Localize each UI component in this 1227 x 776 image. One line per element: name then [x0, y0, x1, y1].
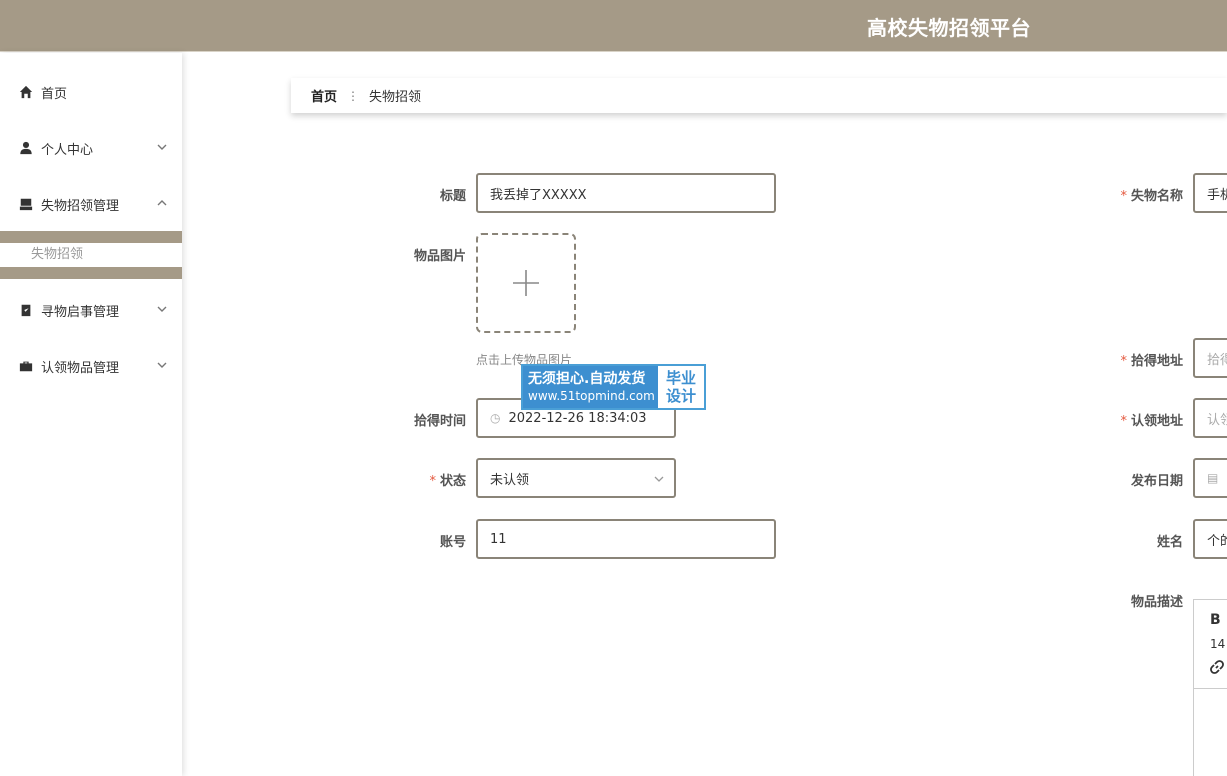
chevron-down-icon — [157, 303, 167, 313]
status-select[interactable]: 未认领 — [476, 458, 676, 498]
submenu-highlight-top — [0, 231, 182, 243]
sidebar: 首页 个人中心 失物招领管理 失物招领 寻物启事管理 认领物品管理 — [0, 53, 182, 776]
top-header: 高校失物招领平台 — [0, 0, 1227, 52]
user-icon — [18, 140, 34, 156]
sidebar-item-label: 寻物启事管理 — [41, 304, 120, 320]
sidebar-item-label: 个人中心 — [41, 142, 94, 158]
chevron-up-icon — [157, 197, 167, 207]
description-editor[interactable]: B 14 — [1193, 599, 1227, 776]
name-label: 姓名 — [1156, 535, 1183, 550]
watermark-badge-line2: 设计 — [665, 387, 696, 405]
sidebar-item-label: 失物招领管理 — [41, 198, 120, 214]
font-size-select[interactable]: 14 — [1210, 637, 1225, 651]
watermark-badge-line1: 毕业 — [665, 369, 696, 387]
publish-date-picker[interactable]: ▤ 2 — [1193, 458, 1227, 498]
clock-icon: ◷ — [490, 411, 501, 425]
clipboard-check-icon — [18, 302, 34, 318]
status-label: * 状态 — [429, 474, 466, 489]
app-title: 高校失物招领平台 — [867, 16, 1031, 40]
sidebar-item-lost-found-management[interactable]: 失物招领管理 — [0, 176, 182, 232]
claim-address-label: * 认领地址 — [1120, 414, 1183, 429]
found-address-input[interactable]: 拾得 — [1193, 338, 1227, 378]
sidebar-item-label: 首页 — [41, 86, 68, 102]
breadcrumb-current: 失物招领 — [369, 90, 422, 105]
sidebar-item-home[interactable]: 首页 — [0, 64, 182, 120]
claim-address-input[interactable]: 认领 — [1193, 398, 1227, 438]
briefcase-icon — [18, 358, 34, 374]
account-input[interactable]: 11 — [476, 519, 776, 559]
sidebar-item-claim-management[interactable]: 认领物品管理 — [0, 338, 182, 394]
item-name-input[interactable]: 手机 — [1193, 173, 1227, 213]
bold-button[interactable]: B — [1210, 612, 1221, 628]
breadcrumb: 首页 ⋮ 失物招领 — [291, 78, 1227, 113]
sidebar-item-personal-center[interactable]: 个人中心 — [0, 120, 182, 176]
name-input[interactable]: 个的 — [1193, 519, 1227, 559]
submenu-highlight-bottom — [0, 267, 182, 279]
account-label: 账号 — [439, 535, 466, 550]
sidebar-item-label: 认领物品管理 — [41, 360, 120, 376]
editor-toolbar-divider — [1194, 688, 1227, 689]
image-upload-button[interactable] — [476, 233, 576, 333]
title-input[interactable]: 我丢掉了XXXXX — [476, 173, 776, 213]
plus-icon — [513, 270, 539, 296]
chevron-down-icon — [157, 141, 167, 151]
image-label: 物品图片 — [413, 249, 466, 264]
watermark-line2: www.51topmind.com — [528, 389, 655, 403]
chevron-down-icon — [654, 473, 664, 483]
watermark-line1: 无须担心.自动发货 — [528, 371, 646, 387]
found-address-label: * 拾得地址 — [1120, 354, 1183, 369]
title-label: 标题 — [439, 189, 466, 204]
calendar-icon: ▤ — [1207, 471, 1219, 485]
description-label: 物品描述 — [1130, 595, 1183, 610]
sidebar-subitem-lost-found[interactable]: 失物招领 — [0, 243, 182, 267]
breadcrumb-home[interactable]: 首页 — [311, 86, 337, 105]
publish-date-label: 发布日期 — [1130, 474, 1183, 489]
chevron-down-icon — [157, 359, 167, 369]
watermark-banner: 无须担心.自动发货 www.51topmind.com 毕业 设计 — [521, 364, 706, 410]
breadcrumb-separator: ⋮ — [347, 88, 360, 103]
box-icon — [18, 196, 34, 212]
link-icon[interactable] — [1210, 660, 1224, 674]
found-time-label: 拾得时间 — [413, 414, 466, 429]
sidebar-item-lost-notice-management[interactable]: 寻物启事管理 — [0, 282, 182, 338]
item-name-label: * 失物名称 — [1120, 189, 1183, 204]
home-icon — [18, 84, 34, 100]
